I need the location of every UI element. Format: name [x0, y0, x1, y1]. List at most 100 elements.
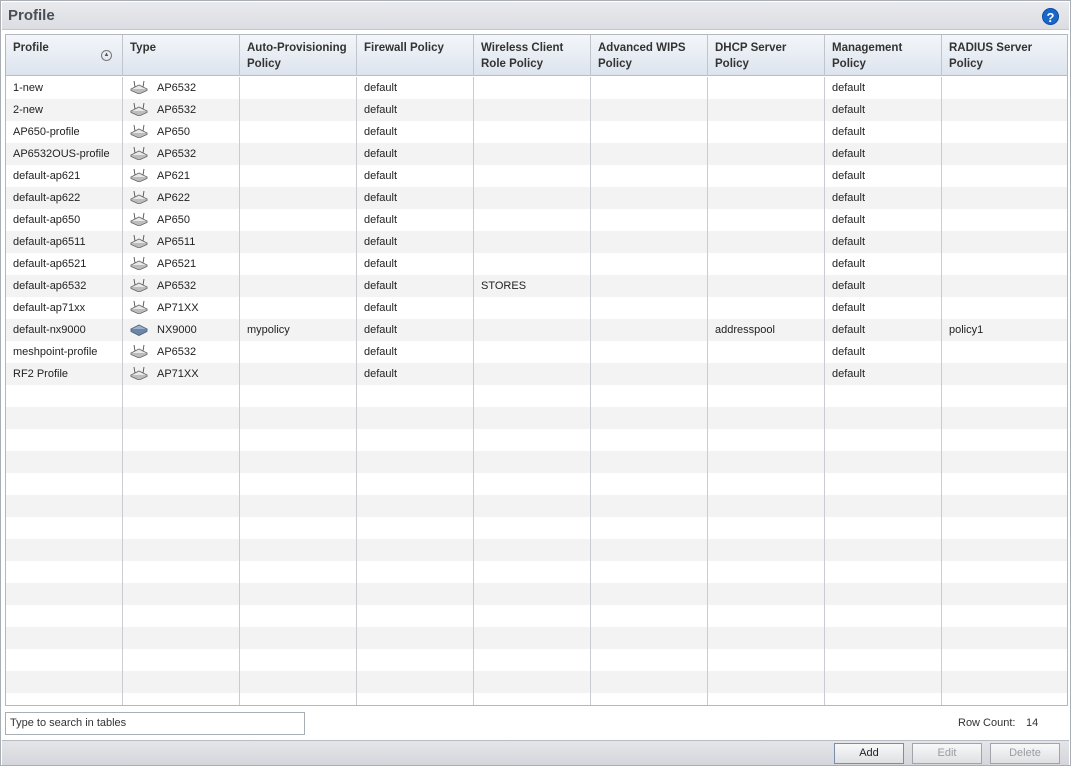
ap-icon: [130, 146, 148, 161]
cell-text: STORES: [481, 280, 527, 292]
column-header-firewall-policy[interactable]: Firewall Policy: [357, 35, 474, 76]
ap-icon: [130, 366, 148, 381]
column-header-auto-provisioning-policy[interactable]: Auto-Provisioning Policy: [240, 35, 357, 76]
cell-auto-provisioning-policy: [240, 165, 357, 187]
table-row[interactable]: default-ap6532 AP6532 default STORES default: [6, 275, 1067, 297]
cell-text: AP6532OUS-profile: [13, 148, 110, 160]
profile-table: Profile ▲ Type Auto-Provisioning Policy …: [5, 34, 1068, 706]
cell-dhcp-server-policy: [708, 275, 825, 297]
column-header-advanced-wips-policy[interactable]: Advanced WIPS Policy: [591, 35, 708, 76]
column-divider: [356, 77, 357, 705]
cell-text: default: [832, 258, 866, 270]
cell-text: default: [364, 170, 398, 182]
cell-dhcp-server-policy: [708, 209, 825, 231]
cell-auto-provisioning-policy: [240, 121, 357, 143]
cell-wireless-client-role-policy: [474, 77, 591, 99]
cell-text: AP6521: [157, 258, 197, 270]
cell-firewall-policy: default: [357, 341, 474, 363]
table-search-input[interactable]: Type to search in tables: [5, 712, 305, 735]
table-row[interactable]: default-ap621 AP621 default default: [6, 165, 1067, 187]
ap-icon: [130, 300, 148, 315]
cell-text: default: [364, 236, 398, 248]
cell-management-policy: default: [825, 165, 942, 187]
cell-auto-provisioning-policy: mypolicy: [240, 319, 357, 341]
cell-profile: meshpoint-profile: [6, 341, 123, 363]
cell-text: default: [832, 236, 866, 248]
cell-management-policy: default: [825, 253, 942, 275]
table-row[interactable]: 2-new AP6532 default default: [6, 99, 1067, 121]
table-row[interactable]: RF2 Profile AP71XX default default: [6, 363, 1067, 385]
cell-text: AP621: [157, 170, 191, 182]
empty-table-row: [6, 407, 1067, 429]
ap-icon: [130, 278, 148, 293]
cell-management-policy: default: [825, 231, 942, 253]
cell-text: default: [832, 82, 866, 94]
cell-auto-provisioning-policy: [240, 231, 357, 253]
table-row[interactable]: default-ap71xx AP71XX default default: [6, 297, 1067, 319]
cell-text: AP6511: [157, 236, 196, 248]
table-row[interactable]: default-ap622 AP622 default default: [6, 187, 1067, 209]
edit-button[interactable]: Edit: [912, 743, 982, 764]
page-title: Profile: [8, 7, 55, 24]
cell-text: AP6532: [157, 104, 197, 116]
table-row[interactable]: default-ap6511 AP6511 default default: [6, 231, 1067, 253]
cell-text: default: [364, 346, 398, 358]
ap-icon: [130, 168, 148, 183]
table-row[interactable]: meshpoint-profile AP6532 default default: [6, 341, 1067, 363]
cell-radius-server-policy: [942, 231, 1067, 253]
cell-text: AP6532: [157, 82, 197, 94]
cell-advanced-wips-policy: [591, 143, 708, 165]
empty-table-row: [6, 473, 1067, 495]
table-row[interactable]: 1-new AP6532 default default: [6, 77, 1067, 99]
delete-button[interactable]: Delete: [990, 743, 1060, 764]
cell-type: AP6532: [123, 77, 240, 99]
cell-type: AP6532: [123, 341, 240, 363]
table-row[interactable]: default-ap6521 AP6521 default default: [6, 253, 1067, 275]
column-header-management-policy[interactable]: Management Policy: [825, 35, 942, 76]
cell-profile: default-ap6511: [6, 231, 123, 253]
cell-type: AP6521: [123, 253, 240, 275]
empty-table-row: [6, 539, 1067, 561]
cell-management-policy: default: [825, 121, 942, 143]
cell-firewall-policy: default: [357, 319, 474, 341]
cell-text: AP6532: [157, 148, 197, 160]
cell-text: AP71XX: [157, 368, 199, 380]
column-header-dhcp-server-policy[interactable]: DHCP Server Policy: [708, 35, 825, 76]
column-header-profile[interactable]: Profile ▲: [6, 35, 123, 76]
table-header: Profile ▲ Type Auto-Provisioning Policy …: [6, 35, 1067, 76]
cell-text: AP6532: [157, 280, 197, 292]
table-row[interactable]: AP6532OUS-profile AP6532 default default: [6, 143, 1067, 165]
column-divider: [590, 77, 591, 705]
ap-icon: [130, 124, 148, 139]
table-row[interactable]: AP650-profile AP650 default default: [6, 121, 1067, 143]
add-button[interactable]: Add: [834, 743, 904, 764]
cell-text: NX9000: [157, 324, 197, 336]
cell-text: AP650-profile: [13, 126, 80, 138]
help-icon[interactable]: ?: [1042, 8, 1059, 25]
cell-profile: 1-new: [6, 77, 123, 99]
cell-text: meshpoint-profile: [13, 346, 98, 358]
sort-ascending-icon[interactable]: ▲: [101, 50, 112, 61]
cell-profile: 2-new: [6, 99, 123, 121]
cell-type: AP71XX: [123, 363, 240, 385]
column-header-type[interactable]: Type: [123, 35, 240, 76]
ap-icon: [130, 190, 148, 205]
cell-radius-server-policy: [942, 165, 1067, 187]
cell-management-policy: default: [825, 187, 942, 209]
empty-table-row: [6, 627, 1067, 649]
table-row[interactable]: default-ap650 AP650 default default: [6, 209, 1067, 231]
cell-advanced-wips-policy: [591, 231, 708, 253]
column-header-wireless-client-role-policy[interactable]: Wireless Client Role Policy: [474, 35, 591, 76]
cell-text: 2-new: [13, 104, 43, 116]
cell-auto-provisioning-policy: [240, 209, 357, 231]
column-header-radius-server-policy[interactable]: RADIUS Server Policy: [942, 35, 1067, 76]
cell-advanced-wips-policy: [591, 209, 708, 231]
empty-table-row: [6, 583, 1067, 605]
column-divider: [122, 77, 123, 705]
ap-icon: [130, 102, 148, 117]
table-row[interactable]: default-nx9000 NX9000 mypolicy default addre…: [6, 319, 1067, 341]
cell-advanced-wips-policy: [591, 319, 708, 341]
cell-wireless-client-role-policy: [474, 363, 591, 385]
column-divider: [941, 77, 942, 705]
row-count-value: 14: [1026, 717, 1039, 729]
